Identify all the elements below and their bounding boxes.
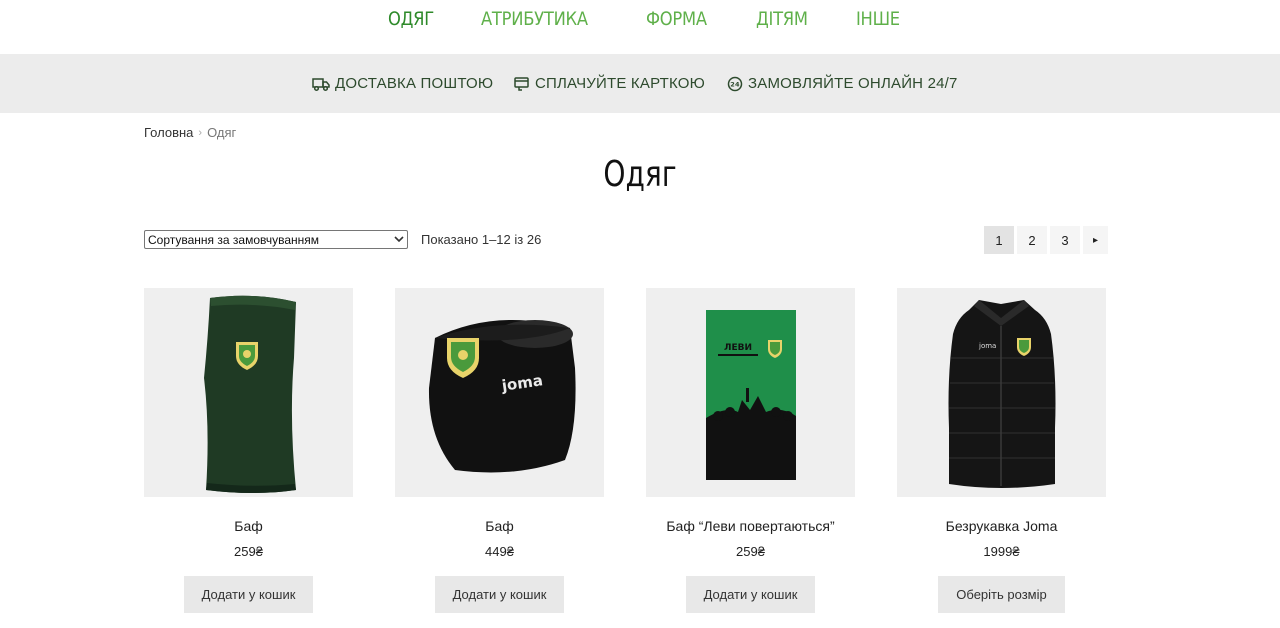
product-card: ЛЕВИ Баф “Леви повертаються” 259₴ Додати… xyxy=(646,288,855,613)
online-order-label: ЗАМОВЛЯЙТЕ ОНЛАЙН 24/7 xyxy=(748,75,958,92)
breadcrumb-home-link[interactable]: Головна xyxy=(144,125,193,140)
svg-text:ЛЕВИ: ЛЕВИ xyxy=(724,343,752,353)
product-name[interactable]: Безрукавка Joma xyxy=(897,518,1106,534)
online-order-info: 24 ЗАМОВЛЯЙТЕ ОНЛАЙН 24/7 xyxy=(727,75,958,92)
product-image-black-vest[interactable]: joma xyxy=(897,288,1106,497)
nav-link-clothing[interactable]: ОДЯГ xyxy=(388,8,434,30)
card-payment-icon xyxy=(514,76,529,91)
result-count: Показано 1–12 із 26 xyxy=(421,232,542,247)
add-to-cart-button[interactable]: Додати у кошик xyxy=(685,576,816,613)
delivery-info: ДОСТАВКА ПОШТОЮ xyxy=(312,75,493,92)
nav-item-attributes: АТРИБУТИКА xyxy=(481,8,605,30)
svg-text:24: 24 xyxy=(730,80,740,88)
product-image-green-fans-buff[interactable]: ЛЕВИ xyxy=(646,288,855,497)
breadcrumb-separator: › xyxy=(198,126,203,139)
payment-info: СПЛАЧУЙТЕ КАРТКОЮ xyxy=(514,75,705,92)
svg-text:joma: joma xyxy=(978,342,996,350)
page-2-link[interactable]: 2 xyxy=(1017,226,1047,254)
page-title: Одяг xyxy=(603,154,677,195)
black-snood-image: joma xyxy=(428,320,576,473)
chevron-down-icon xyxy=(394,235,404,245)
info-bar: ДОСТАВКА ПОШТОЮ СПЛАЧУЙТЕ КАРТКОЮ 24 ЗАМ… xyxy=(0,54,1280,113)
pagination: 1 2 3 ▸ xyxy=(984,226,1108,254)
nav-link-kit[interactable]: ФОРМА xyxy=(646,8,707,30)
nav-link-kids[interactable]: ДІТЯМ xyxy=(756,8,808,30)
product-card: joma Баф 449₴ Додати у кошик xyxy=(395,288,604,613)
nav-item-other: ІНШЕ xyxy=(856,8,907,30)
nav-item-kids: ДІТЯМ xyxy=(756,8,816,30)
breadcrumb-current: Одяг xyxy=(207,125,237,140)
page-1-current: 1 xyxy=(984,226,1014,254)
nav-link-other[interactable]: ІНШЕ xyxy=(856,8,900,30)
product-image-black-snood[interactable]: joma xyxy=(395,288,604,497)
product-name[interactable]: Баф xyxy=(395,518,604,534)
nav-item-clothing: ОДЯГ xyxy=(388,8,441,30)
product-price: 1999₴ xyxy=(983,544,1020,559)
product-price: 259₴ xyxy=(234,544,263,559)
sort-select-value: Сортування за замовчуванням xyxy=(148,232,319,247)
next-page-arrow-icon[interactable]: ▸ xyxy=(1083,226,1108,254)
delivery-truck-icon xyxy=(312,77,330,91)
page-3-link[interactable]: 3 xyxy=(1050,226,1080,254)
green-buff-image xyxy=(204,295,296,493)
sort-select[interactable]: Сортування за замовчуванням xyxy=(144,230,408,249)
product-card: joma Безрукавка Joma 1999₴ Оберіть розмі… xyxy=(897,288,1106,613)
product-card: Баф 259₴ Додати у кошик xyxy=(144,288,353,613)
product-price: 449₴ xyxy=(485,544,514,559)
product-image-green-buff[interactable] xyxy=(144,288,353,497)
delivery-label: ДОСТАВКА ПОШТОЮ xyxy=(335,75,494,92)
product-name[interactable]: Баф “Леви повертаються” xyxy=(646,518,855,534)
green-fans-buff-image: ЛЕВИ xyxy=(706,310,796,480)
payment-label: СПЛАЧУЙТЕ КАРТКОЮ xyxy=(535,75,705,92)
breadcrumb: Головна › Одяг xyxy=(144,125,236,140)
add-to-cart-button[interactable]: Додати у кошик xyxy=(434,576,565,613)
black-vest-image: joma xyxy=(948,300,1056,488)
nav-menu: ОДЯГ АТРИБУТИКА ФОРМА ДІТЯМ ІНШЕ xyxy=(388,8,947,30)
product-price: 259₴ xyxy=(736,544,765,559)
nav-item-kit: ФОРМА xyxy=(646,8,717,30)
main-navigation: ОДЯГ АТРИБУТИКА ФОРМА ДІТЯМ ІНШЕ xyxy=(0,0,1280,54)
select-size-button[interactable]: Оберіть розмір xyxy=(938,576,1065,613)
add-to-cart-button[interactable]: Додати у кошик xyxy=(183,576,314,613)
nav-link-attributes[interactable]: АТРИБУТИКА xyxy=(481,8,588,30)
clock-24-icon: 24 xyxy=(727,76,743,91)
product-name[interactable]: Баф xyxy=(144,518,353,534)
